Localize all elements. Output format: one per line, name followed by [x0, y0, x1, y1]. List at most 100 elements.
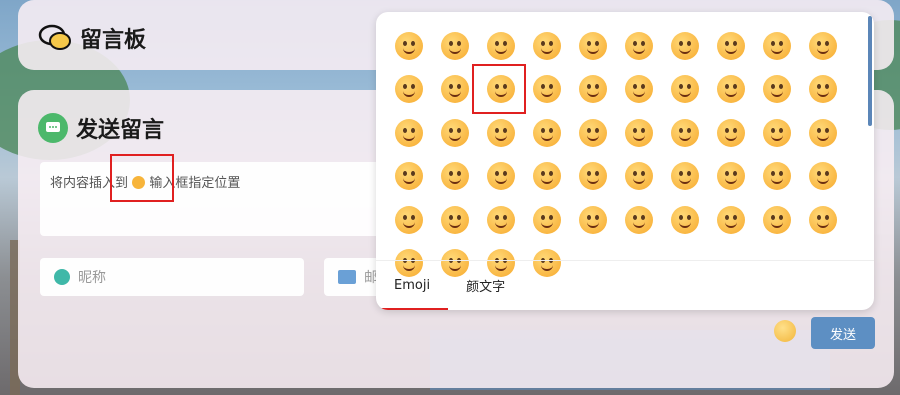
emoji-cell[interactable] — [754, 68, 800, 112]
emoji-icon — [763, 205, 791, 234]
emoji-cell[interactable] — [478, 24, 524, 68]
message-textarea[interactable]: 将内容插入到 输入框指定位置 — [40, 162, 420, 236]
emoji-icon — [671, 31, 699, 60]
nickname-input[interactable]: 昵称 — [40, 258, 304, 296]
emoji-icon — [763, 118, 791, 147]
emoji-cell[interactable] — [616, 198, 662, 242]
emoji-cell[interactable] — [478, 198, 524, 242]
emoji-grid — [386, 24, 846, 285]
emoji-icon — [625, 75, 653, 104]
emoji-cell[interactable] — [754, 111, 800, 155]
emoji-cell[interactable] — [800, 155, 846, 199]
emoji-icon — [763, 75, 791, 104]
emoji-cell[interactable] — [524, 24, 570, 68]
emoji-icon — [441, 118, 469, 147]
email-input[interactable]: 邮 — [324, 258, 384, 296]
emoji-icon — [809, 118, 837, 147]
emoji-icon — [533, 75, 561, 104]
emoji-cell[interactable] — [524, 198, 570, 242]
emoji-cell[interactable] — [478, 111, 524, 155]
emoji-cell[interactable] — [524, 111, 570, 155]
emoji-tabs: Emoji 颜文字 — [376, 260, 874, 310]
emoji-icon — [487, 162, 515, 191]
emoji-cell[interactable] — [708, 24, 754, 68]
emoji-cell[interactable] — [708, 198, 754, 242]
emoji-cell[interactable] — [386, 111, 432, 155]
textarea-highlight — [110, 154, 174, 202]
page-title: 留言板 — [80, 28, 147, 53]
emoji-cell[interactable] — [616, 24, 662, 68]
emoji-icon — [809, 31, 837, 60]
emoji-icon — [441, 75, 469, 104]
emoji-icon — [441, 205, 469, 234]
emoji-cell[interactable] — [432, 24, 478, 68]
emoji-icon — [717, 162, 745, 191]
emoji-cell[interactable] — [708, 68, 754, 112]
emoji-icon — [625, 162, 653, 191]
emoji-cell[interactable] — [386, 155, 432, 199]
emoji-cell[interactable] — [662, 155, 708, 199]
emoji-icon — [395, 75, 423, 104]
emoji-icon — [809, 162, 837, 191]
emoji-cell[interactable] — [754, 24, 800, 68]
emoji-cell[interactable] — [432, 111, 478, 155]
emoji-icon — [625, 118, 653, 147]
emoji-icon — [579, 205, 607, 234]
emoji-icon — [441, 162, 469, 191]
emoji-icon — [625, 205, 653, 234]
emoji-cell[interactable] — [432, 198, 478, 242]
emoji-icon — [671, 205, 699, 234]
emoji-icon — [717, 118, 745, 147]
emoji-icon — [809, 75, 837, 104]
tab-emoji[interactable]: Emoji — [376, 261, 449, 310]
emoji-cell[interactable] — [386, 24, 432, 68]
emoji-cell[interactable] — [570, 198, 616, 242]
emoji-cell[interactable] — [386, 68, 432, 112]
emoji-cell[interactable] — [616, 68, 662, 112]
emoji-icon — [671, 118, 699, 147]
emoji-icon — [717, 205, 745, 234]
tab-kaomoji[interactable]: 颜文字 — [448, 261, 523, 310]
emoji-icon — [579, 75, 607, 104]
emoji-cell[interactable] — [800, 198, 846, 242]
emoji-cell[interactable] — [570, 24, 616, 68]
emoji-icon — [533, 118, 561, 147]
emoji-cell[interactable] — [616, 155, 662, 199]
emoji-icon — [579, 162, 607, 191]
emoji-cell[interactable] — [570, 155, 616, 199]
emoji-icon — [395, 31, 423, 60]
emoji-cell[interactable] — [800, 111, 846, 155]
emoji-icon — [533, 162, 561, 191]
emoji-icon — [441, 31, 469, 60]
send-button[interactable]: 发送 — [811, 317, 875, 349]
emoji-cell[interactable] — [386, 198, 432, 242]
emoji-cell[interactable] — [662, 111, 708, 155]
emoji-cell[interactable] — [662, 68, 708, 112]
emoji-cell[interactable] — [524, 155, 570, 199]
emoji-cell[interactable] — [616, 111, 662, 155]
emoji-cell[interactable] — [570, 68, 616, 112]
emoji-icon — [809, 205, 837, 234]
emoji-icon — [717, 75, 745, 104]
emoji-icon — [579, 118, 607, 147]
emoji-toggle-icon[interactable] — [774, 320, 796, 342]
emoji-cell[interactable] — [662, 198, 708, 242]
emoji-cell[interactable] — [432, 155, 478, 199]
emoji-cell[interactable] — [708, 111, 754, 155]
emoji-cell[interactable] — [800, 24, 846, 68]
emoji-cell[interactable] — [708, 155, 754, 199]
emoji-icon — [533, 31, 561, 60]
emoji-cell[interactable] — [662, 24, 708, 68]
emoji-cell[interactable] — [754, 198, 800, 242]
emoji-cell[interactable] — [524, 68, 570, 112]
user-icon — [54, 269, 70, 285]
form-title: 发送留言 — [76, 118, 165, 143]
emoji-icon — [487, 205, 515, 234]
emoji-cell[interactable] — [478, 155, 524, 199]
emoji-icon — [763, 31, 791, 60]
emoji-cell[interactable] — [800, 68, 846, 112]
emoji-icon — [763, 162, 791, 191]
emoji-cell[interactable] — [570, 111, 616, 155]
emoji-scrollbar[interactable] — [868, 16, 872, 126]
emoji-cell[interactable] — [754, 155, 800, 199]
